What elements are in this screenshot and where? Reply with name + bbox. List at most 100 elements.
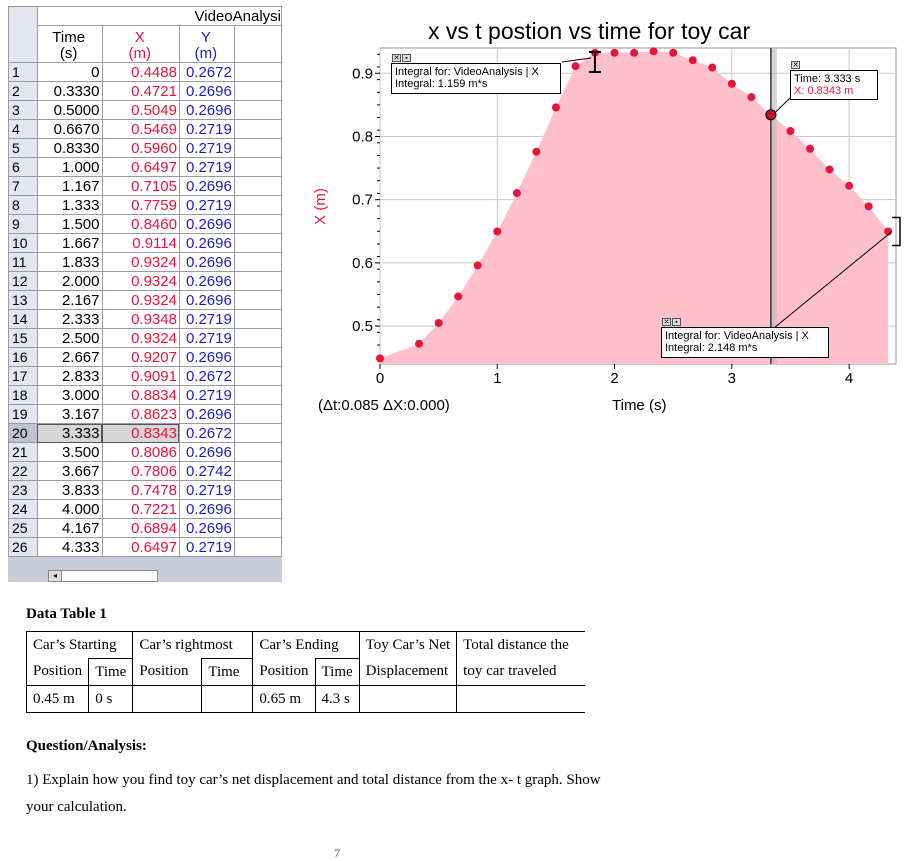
- data-point[interactable]: [493, 227, 502, 236]
- data-point[interactable]: [434, 318, 443, 327]
- y-axis-label[interactable]: X (m): [310, 188, 334, 228]
- empty-cell[interactable]: [233, 347, 283, 367]
- time-cell[interactable]: 1.833: [36, 252, 103, 272]
- empty-cell[interactable]: [233, 233, 283, 253]
- y-cell[interactable]: 0.2696: [178, 499, 235, 519]
- table-row[interactable]: 24 4.000 0.7221 0.2696: [8, 499, 283, 519]
- value-net-displacement[interactable]: [358, 685, 458, 713]
- table-row[interactable]: 13 2.167 0.9324 0.2696: [8, 290, 283, 310]
- time-cell[interactable]: 2.833: [36, 366, 103, 386]
- empty-cell[interactable]: [233, 62, 283, 82]
- data-point[interactable]: [727, 79, 736, 88]
- row-number[interactable]: 23: [8, 480, 38, 500]
- row-number[interactable]: 19: [8, 404, 38, 424]
- options-icon[interactable]: ▪: [402, 54, 411, 62]
- row-number[interactable]: 26: [8, 537, 38, 557]
- table-row[interactable]: 22 3.667 0.7806 0.2742: [8, 461, 283, 481]
- row-number[interactable]: 12: [8, 271, 38, 291]
- row-number[interactable]: 17: [8, 366, 38, 386]
- empty-cell[interactable]: [233, 518, 283, 538]
- data-point[interactable]: [864, 202, 873, 211]
- integral-box-2[interactable]: Integral for: VideoAnalysis | X Integral…: [661, 327, 829, 358]
- time-cell[interactable]: 0: [36, 62, 103, 82]
- time-cell[interactable]: 0.5000: [36, 100, 103, 120]
- x-cell[interactable]: 0.9348: [101, 309, 180, 329]
- x-cell[interactable]: 0.4488: [101, 62, 180, 82]
- table-row[interactable]: 16 2.667 0.9207 0.2696: [8, 347, 283, 367]
- time-cell[interactable]: 1.667: [36, 233, 103, 253]
- table-row[interactable]: 10 1.667 0.9114 0.2696: [8, 233, 283, 253]
- y-cell[interactable]: 0.2719: [178, 138, 235, 158]
- empty-cell[interactable]: [233, 537, 283, 557]
- row-number[interactable]: 9: [8, 214, 38, 234]
- table-row[interactable]: 26 4.333 0.6497 0.2719: [8, 537, 283, 557]
- empty-cell[interactable]: [233, 81, 283, 101]
- table-row[interactable]: 1 0 0.4488 0.2672: [8, 62, 283, 82]
- data-point[interactable]: [630, 48, 639, 57]
- y-cell[interactable]: 0.2719: [178, 157, 235, 177]
- y-cell[interactable]: 0.2696: [178, 233, 235, 253]
- time-cell[interactable]: 3.167: [36, 404, 103, 424]
- table-row[interactable]: 25 4.167 0.6894 0.2696: [8, 518, 283, 538]
- time-cell[interactable]: 4.000: [36, 499, 103, 519]
- row-number[interactable]: 20: [8, 423, 38, 443]
- x-cell[interactable]: 0.9114: [101, 233, 180, 253]
- data-point[interactable]: [571, 62, 580, 71]
- x-cell[interactable]: 0.8460: [101, 214, 180, 234]
- scroll-left-icon[interactable]: ◂: [49, 571, 62, 581]
- time-cell[interactable]: 1.000: [36, 157, 103, 177]
- x-cell[interactable]: 0.8343: [101, 423, 180, 443]
- column-header-empty[interactable]: [233, 25, 283, 63]
- empty-cell[interactable]: [233, 461, 283, 481]
- row-number[interactable]: 24: [8, 499, 38, 519]
- time-cell[interactable]: 4.333: [36, 537, 103, 557]
- x-cell[interactable]: 0.8086: [101, 442, 180, 462]
- x-cell[interactable]: 0.7221: [101, 499, 180, 519]
- table-row[interactable]: 5 0.8330 0.5960 0.2719: [8, 138, 283, 158]
- empty-cell[interactable]: [233, 100, 283, 120]
- row-number[interactable]: 7: [8, 176, 38, 196]
- row-number[interactable]: 15: [8, 328, 38, 348]
- options-icon[interactable]: ▪: [672, 318, 681, 326]
- y-cell[interactable]: 0.2696: [178, 290, 235, 310]
- table-row[interactable]: 23 3.833 0.7478 0.2719: [8, 480, 283, 500]
- column-header-y[interactable]: Y (m): [178, 25, 235, 63]
- y-cell[interactable]: 0.2672: [178, 62, 235, 82]
- data-point[interactable]: [415, 339, 424, 348]
- y-cell[interactable]: 0.2719: [178, 309, 235, 329]
- time-cell[interactable]: 1.167: [36, 176, 103, 196]
- row-number[interactable]: 4: [8, 119, 38, 139]
- x-cell[interactable]: 0.5049: [101, 100, 180, 120]
- y-cell[interactable]: 0.2719: [178, 537, 235, 557]
- x-cell[interactable]: 0.9324: [101, 290, 180, 310]
- y-cell[interactable]: 0.2719: [178, 195, 235, 215]
- row-number[interactable]: 18: [8, 385, 38, 405]
- data-point[interactable]: [708, 63, 717, 72]
- y-cell[interactable]: 0.2696: [178, 271, 235, 291]
- x-cell[interactable]: 0.5960: [101, 138, 180, 158]
- table-row[interactable]: 17 2.833 0.9091 0.2672: [8, 366, 283, 386]
- value-end-time[interactable]: 4.3 s: [314, 685, 360, 713]
- empty-cell[interactable]: [233, 195, 283, 215]
- empty-cell[interactable]: [233, 328, 283, 348]
- data-point[interactable]: [454, 292, 463, 301]
- time-cell[interactable]: 0.6670: [36, 119, 103, 139]
- close-icon[interactable]: ✕: [392, 54, 401, 62]
- data-point[interactable]: [610, 48, 619, 57]
- x-cell[interactable]: 0.8834: [101, 385, 180, 405]
- y-cell[interactable]: 0.2696: [178, 518, 235, 538]
- empty-cell[interactable]: [233, 214, 283, 234]
- y-cell[interactable]: 0.2719: [178, 480, 235, 500]
- time-cell[interactable]: 0.8330: [36, 138, 103, 158]
- time-cell[interactable]: 3.833: [36, 480, 103, 500]
- time-cell[interactable]: 3.333: [36, 423, 103, 443]
- time-cell[interactable]: 4.167: [36, 518, 103, 538]
- x-cell[interactable]: 0.9324: [101, 252, 180, 272]
- data-point[interactable]: [669, 48, 678, 57]
- y-cell[interactable]: 0.2696: [178, 100, 235, 120]
- value-total-distance[interactable]: [456, 685, 586, 713]
- table-row[interactable]: 19 3.167 0.8623 0.2696: [8, 404, 283, 424]
- row-number[interactable]: 8: [8, 195, 38, 215]
- x-cell[interactable]: 0.7806: [101, 461, 180, 481]
- y-cell[interactable]: 0.2719: [178, 385, 235, 405]
